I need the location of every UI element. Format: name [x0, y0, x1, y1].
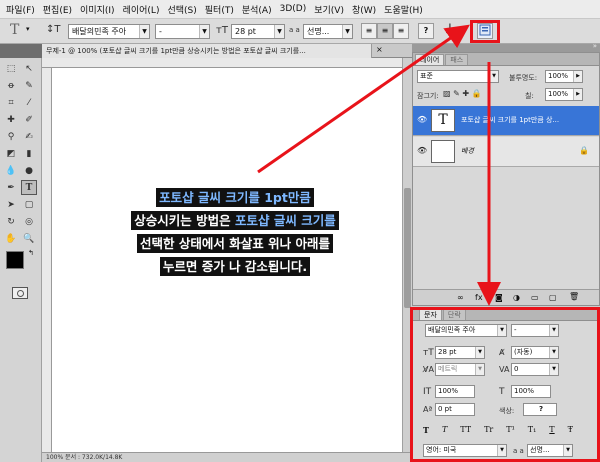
annotation-arrow-to-toggle [257, 24, 470, 174]
annotation-arrows [257, 24, 501, 306]
